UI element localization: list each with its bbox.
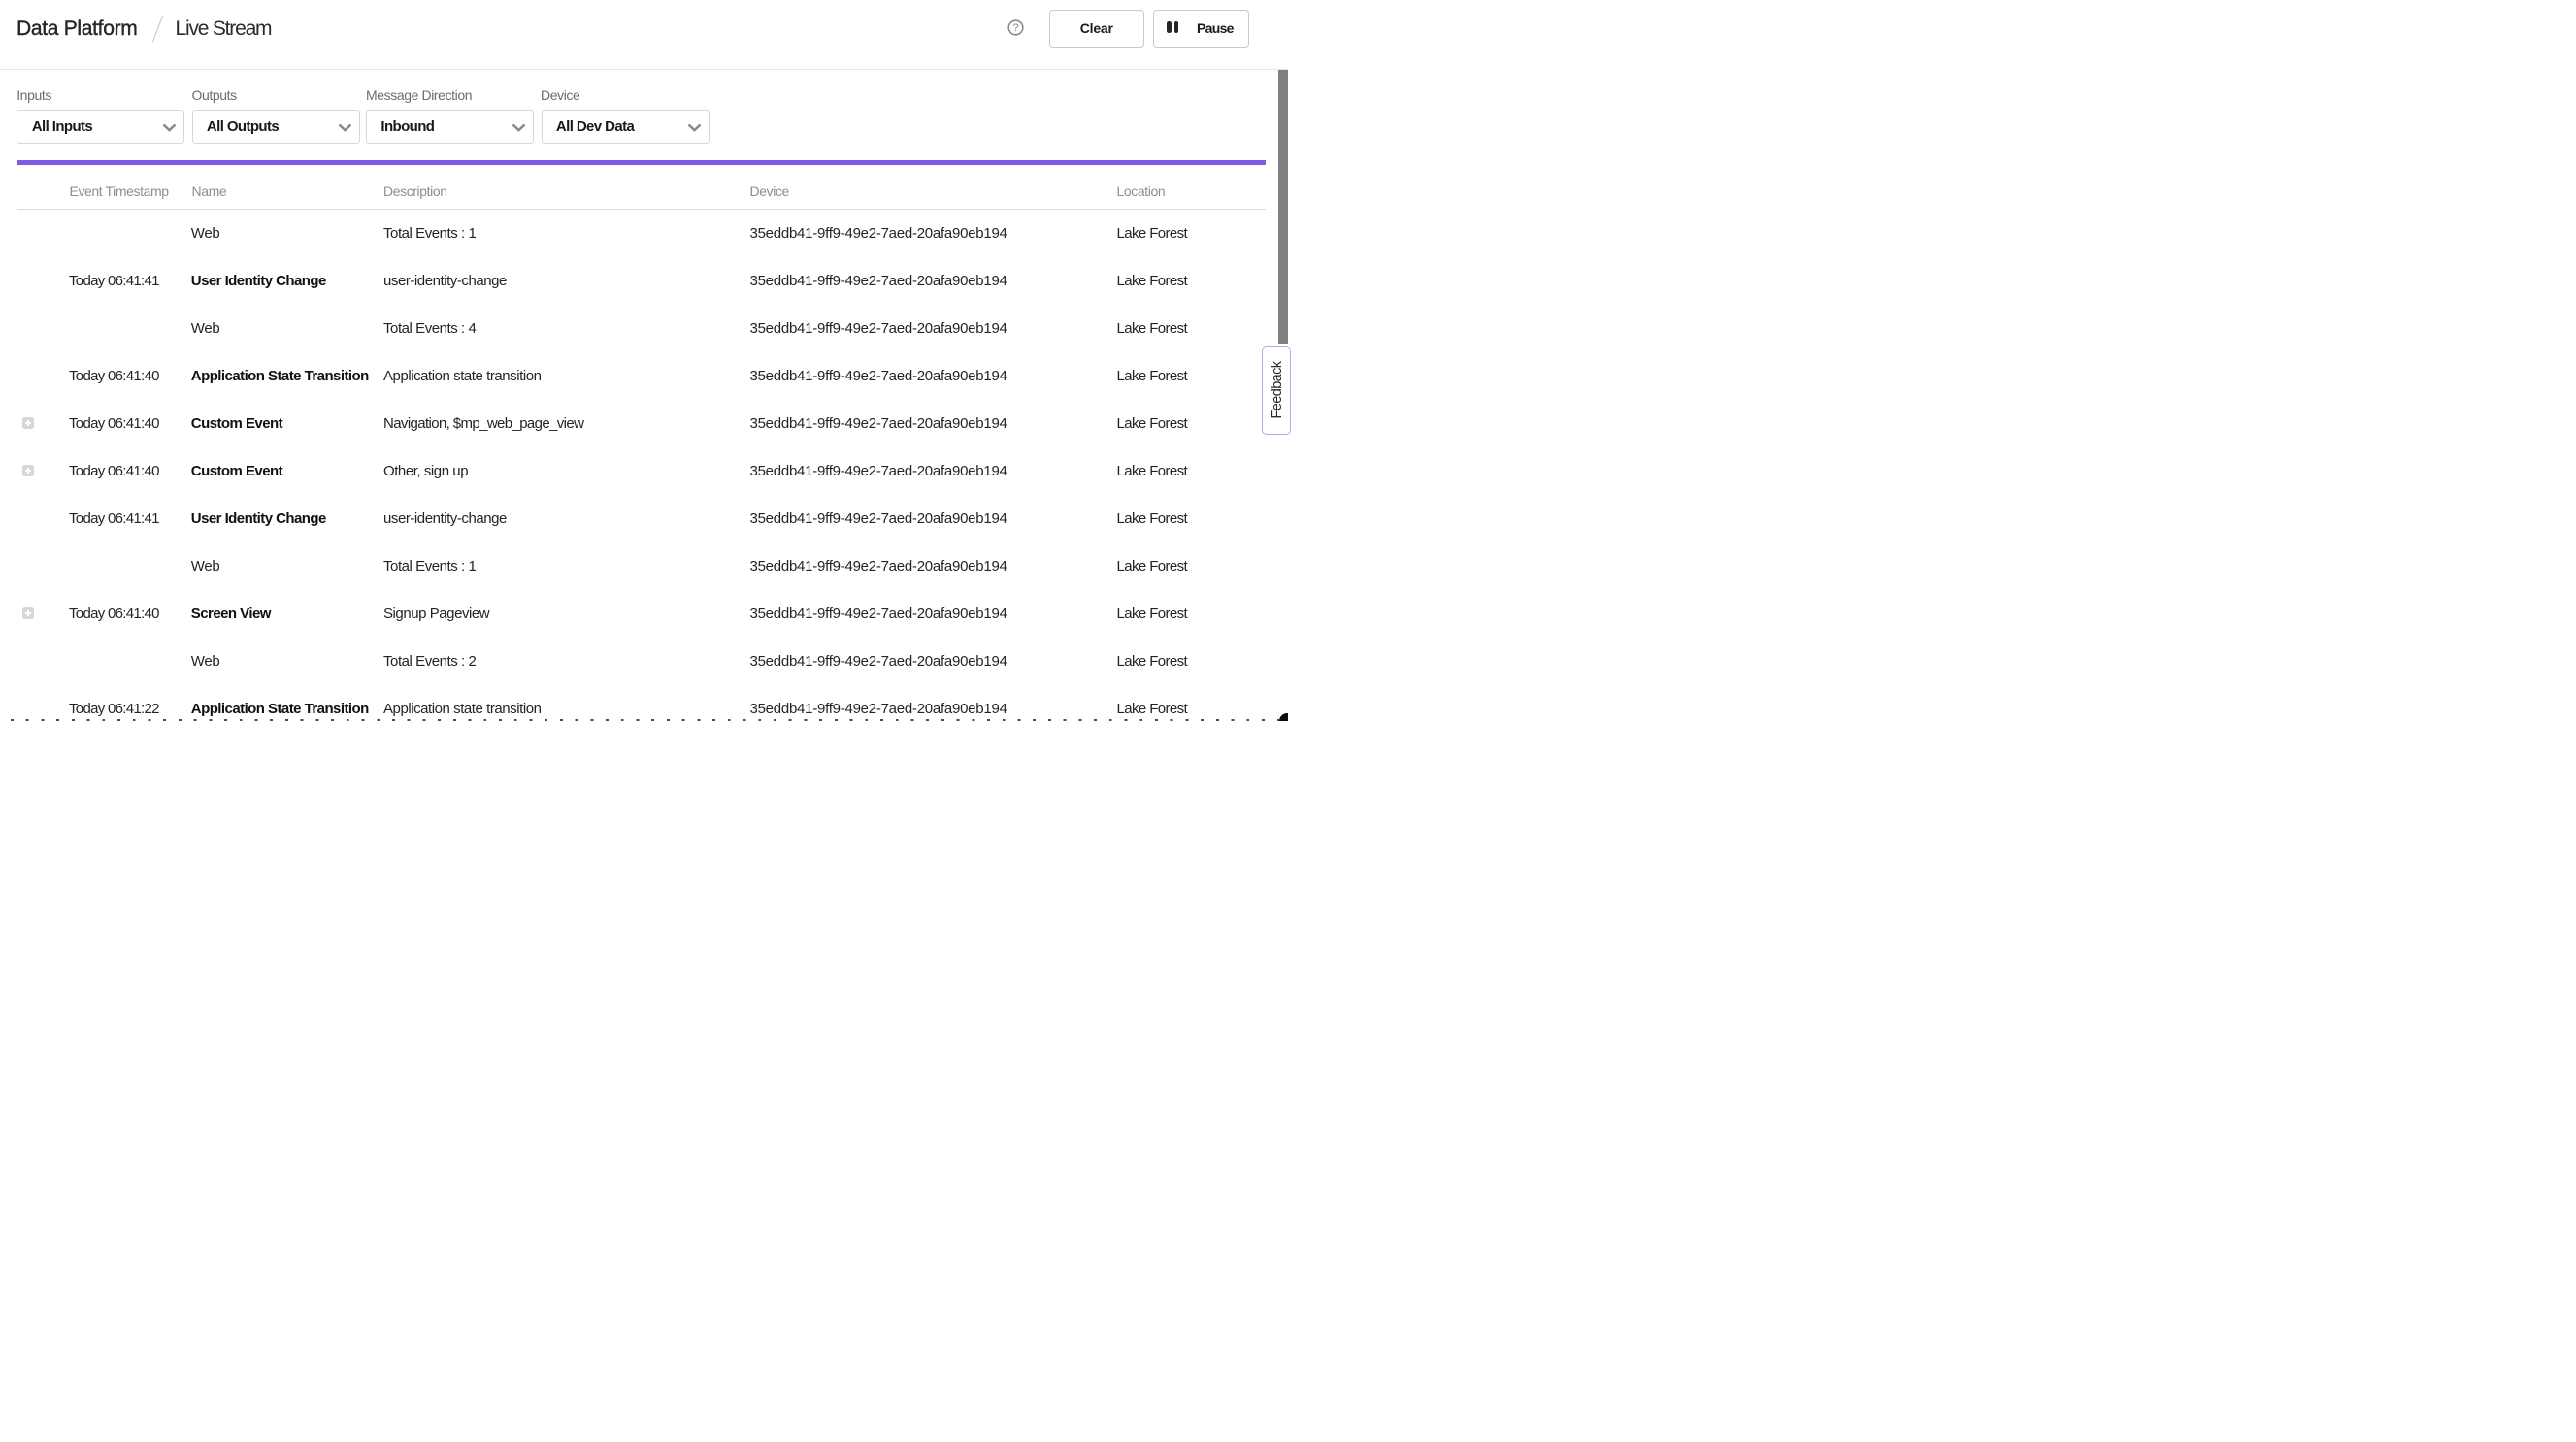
svg-text:?: ?	[1012, 22, 1018, 34]
